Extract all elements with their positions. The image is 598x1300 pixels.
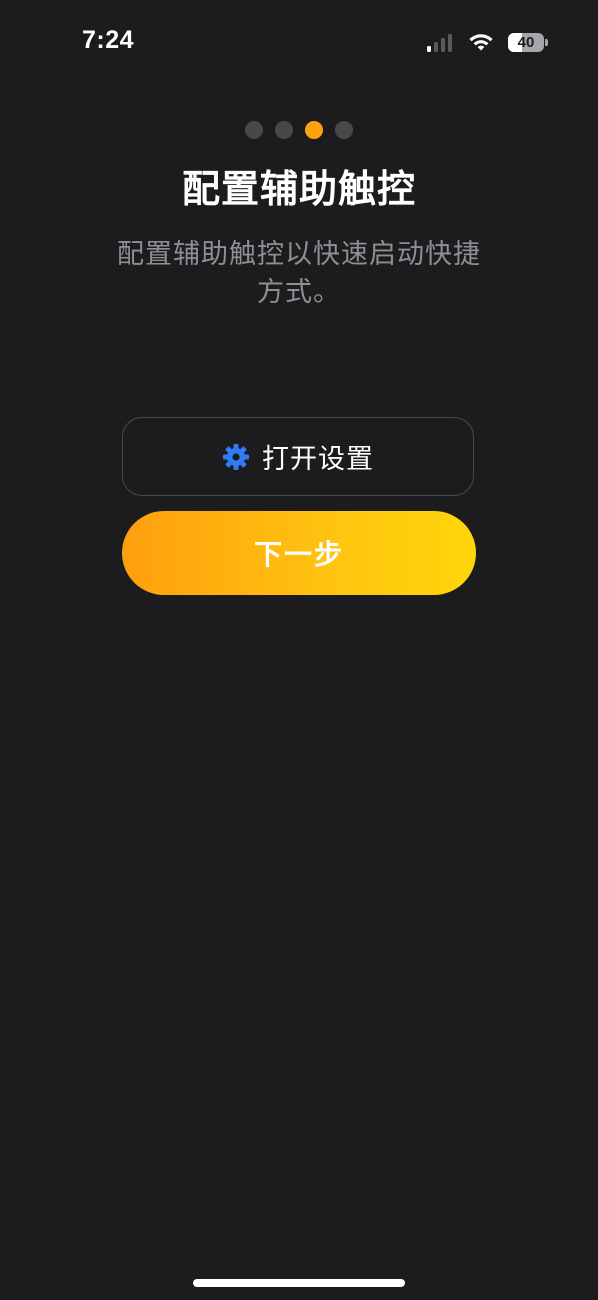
page-description: 配置辅助触控以快速启动快捷方式。 — [117, 239, 481, 308]
gear-icon — [223, 443, 249, 470]
battery-icon: 40 — [508, 32, 544, 52]
open-settings-button[interactable]: 打开设置 — [122, 417, 474, 496]
status-bar: 7:24 40 — [0, 0, 598, 90]
status-indicators: 40 — [427, 32, 548, 52]
page-indicator — [0, 121, 598, 139]
home-indicator[interactable] — [193, 1279, 405, 1287]
next-button[interactable]: 下一步 — [122, 511, 476, 595]
next-button-label: 下一步 — [253, 538, 344, 571]
wifi-icon — [469, 34, 493, 51]
battery-level: 40 — [517, 33, 535, 51]
page-dot — [335, 121, 353, 139]
page-dot — [275, 121, 293, 139]
page-dot — [245, 121, 263, 139]
page-title: 配置辅助触控 — [181, 167, 416, 211]
page-dot-active — [305, 121, 323, 139]
cellular-signal-icon — [427, 32, 452, 52]
status-time: 7:24 — [82, 26, 135, 54]
open-settings-label: 打开设置 — [262, 444, 374, 475]
